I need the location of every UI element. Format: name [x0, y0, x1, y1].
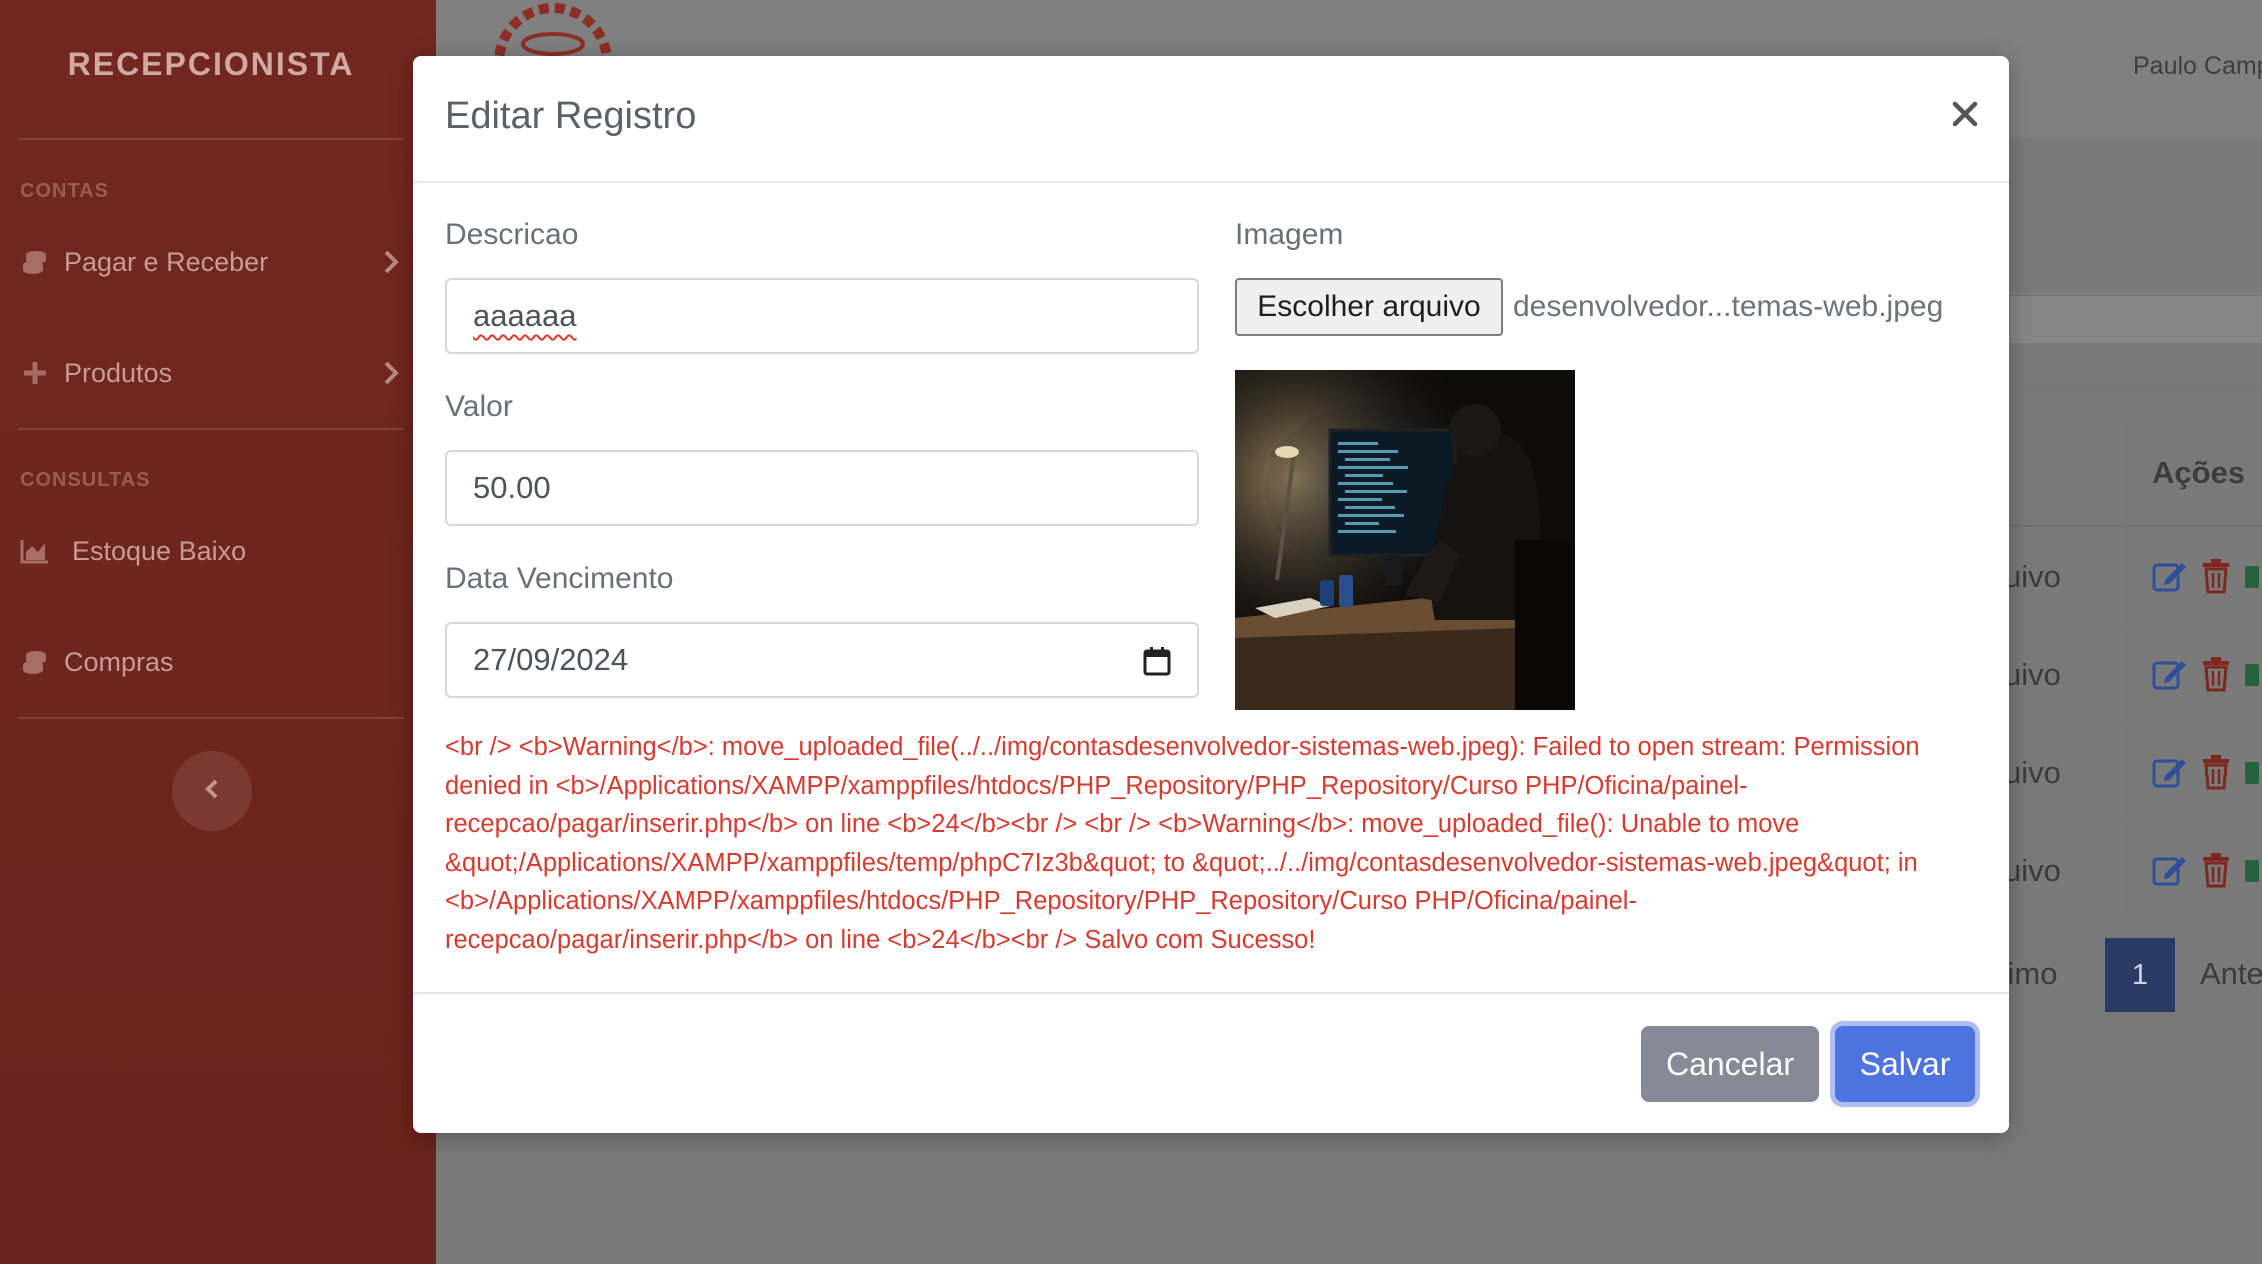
area-chart-icon	[20, 536, 50, 566]
sidebar-item-produtos[interactable]: Produtos	[20, 348, 400, 398]
sidebar-brand[interactable]: RECEPCIONISTA	[0, 46, 422, 83]
data-vencimento-input[interactable]: 27/09/2024	[445, 622, 1199, 698]
pagination-prev[interactable]: Ante	[2200, 956, 2262, 992]
valor-input[interactable]: 50.00	[445, 450, 1199, 526]
sidebar-divider	[18, 138, 404, 140]
descricao-label: Descricao	[445, 218, 579, 251]
chevron-right-icon	[382, 249, 400, 282]
error-message: <br /> <b>Warning</b>: move_uploaded_fil…	[445, 733, 1920, 954]
descricao-input[interactable]: aaaaaa	[445, 278, 1199, 354]
table-cell: uivo	[2004, 755, 2061, 790]
background-card	[2010, 293, 2262, 343]
sidebar-item-estoque-baixo[interactable]: Estoque Baixo	[20, 526, 400, 576]
save-button[interactable]: Salvar	[1835, 1026, 1975, 1102]
edit-icon[interactable]	[2151, 754, 2187, 795]
image-preview	[1235, 370, 1575, 710]
coins-icon	[20, 247, 50, 277]
row-actions	[2151, 852, 2259, 893]
modal-header: Editar Registro	[413, 56, 2009, 183]
edit-record-modal: Editar Registro Descricao aaaaaa Valor 5…	[413, 56, 2009, 1133]
close-icon	[1952, 101, 1978, 132]
sidebar-item-label: Compras	[64, 646, 174, 677]
sidebar-item-label: Produtos	[64, 357, 173, 388]
cancel-button[interactable]: Cancelar	[1641, 1026, 1819, 1102]
calendar-icon[interactable]	[1143, 646, 1171, 684]
trash-icon[interactable]	[2201, 656, 2231, 697]
sidebar: RECEPCIONISTA CONTAS Pagar e Receber Pro…	[0, 0, 436, 1264]
logo-icon	[490, 0, 620, 121]
data-vencimento-value: 27/09/2024	[473, 642, 629, 677]
trash-icon[interactable]	[2201, 852, 2231, 893]
table-cell: uivo	[2004, 559, 2061, 594]
trash-icon[interactable]	[2201, 558, 2231, 599]
user-name[interactable]: Paulo Camp	[2133, 52, 2262, 81]
sidebar-item-compras[interactable]: Compras	[20, 637, 400, 687]
check-icon[interactable]	[2245, 656, 2259, 697]
pagination-current-page[interactable]: 1	[2105, 938, 2175, 1012]
sidebar-toggle-button[interactable]	[172, 751, 252, 831]
edit-icon[interactable]	[2151, 852, 2187, 893]
chevron-left-icon	[203, 777, 221, 806]
row-actions	[2151, 656, 2259, 697]
sidebar-heading-contas: CONTAS	[20, 180, 109, 202]
chevron-right-icon	[382, 360, 400, 393]
data-vencimento-label: Data Vencimento	[445, 562, 674, 595]
modal-footer-divider	[413, 992, 2009, 994]
valor-label: Valor	[445, 390, 513, 423]
imagem-label: Imagem	[1235, 218, 1344, 251]
background-divider	[2010, 294, 2262, 296]
sidebar-divider	[18, 717, 404, 719]
choose-file-button[interactable]: Escolher arquivo	[1235, 278, 1503, 336]
sidebar-divider	[18, 428, 404, 430]
actions-column-header: Ações	[2152, 455, 2246, 490]
modal-title: Editar Registro	[445, 95, 697, 137]
trash-icon[interactable]	[2201, 754, 2231, 795]
check-icon[interactable]	[2245, 558, 2259, 599]
valor-value: 50.00	[473, 470, 551, 505]
sidebar-heading-consultas: CONSULTAS	[20, 469, 151, 491]
sidebar-item-label: Pagar e Receber	[64, 246, 269, 277]
check-icon[interactable]	[2245, 852, 2259, 893]
row-actions	[2151, 558, 2259, 599]
sidebar-item-pagar-receber[interactable]: Pagar e Receber	[20, 237, 400, 287]
check-icon[interactable]	[2245, 754, 2259, 795]
row-actions	[2151, 754, 2259, 795]
descricao-value: aaaaaa	[473, 298, 577, 333]
close-button[interactable]	[1943, 94, 1987, 138]
coins-icon	[20, 647, 50, 677]
plus-icon	[20, 358, 50, 388]
selected-file-name: desenvolvedor...temas-web.jpeg	[1513, 290, 1944, 323]
table-cell: uivo	[2004, 657, 2061, 692]
table-cell: uivo	[2004, 853, 2061, 888]
edit-icon[interactable]	[2151, 558, 2187, 599]
sidebar-item-label: Estoque Baixo	[72, 535, 247, 566]
background-divider	[2010, 390, 2262, 392]
edit-icon[interactable]	[2151, 656, 2187, 697]
